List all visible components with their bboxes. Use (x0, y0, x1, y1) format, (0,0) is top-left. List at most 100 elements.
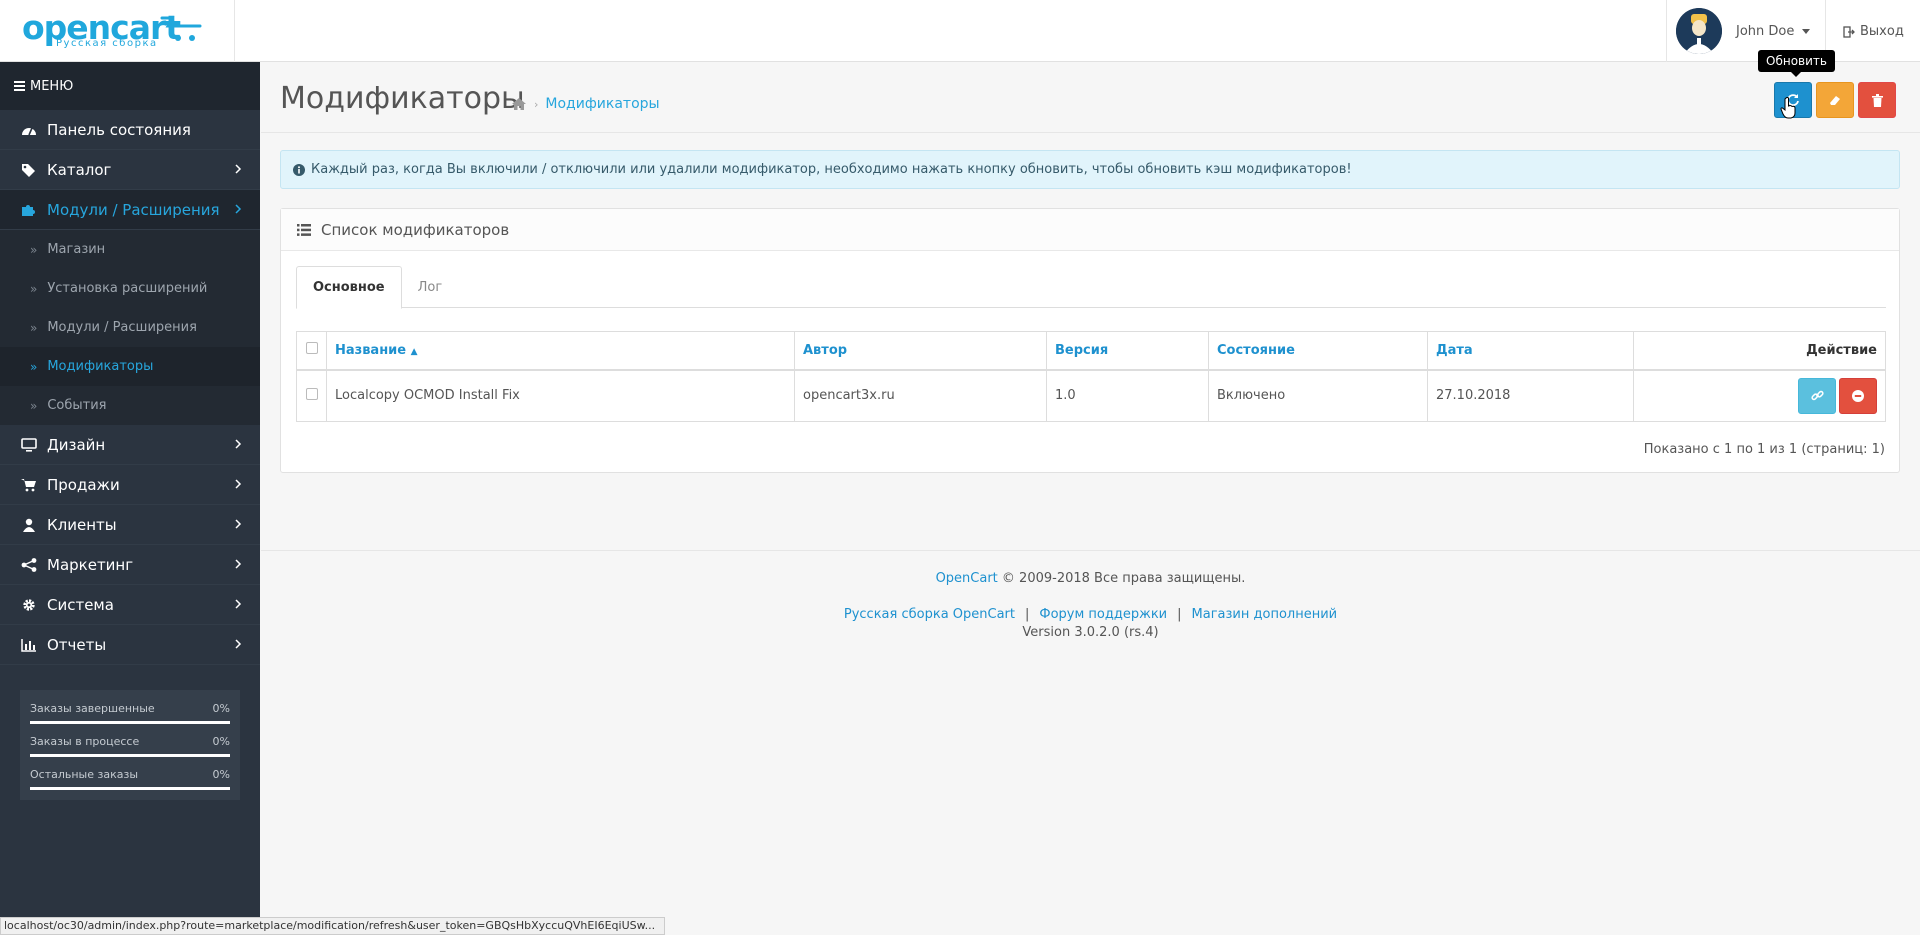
footer-separator: | (1177, 607, 1182, 622)
footer-brand-link[interactable]: OpenCart (936, 571, 998, 586)
sidebar-item-marketing[interactable]: Маркетинг (0, 545, 260, 585)
sidebar-subitem-label: События (47, 398, 107, 413)
sidebar-item-design[interactable]: Дизайн (0, 425, 260, 465)
sidebar-item-label: Дизайн (47, 435, 106, 454)
sidebar-item-label: Клиенты (47, 515, 117, 534)
clear-button[interactable] (1816, 82, 1854, 118)
chevron-right-icon (235, 164, 242, 174)
column-version: Версия (1046, 331, 1209, 371)
sidebar-item-system[interactable]: Система (0, 585, 260, 625)
sidebar-item-sales[interactable]: Продажи (0, 465, 260, 505)
info-circle-icon (293, 163, 305, 176)
sidebar-item-customers[interactable]: Клиенты (0, 505, 260, 545)
list-icon (297, 223, 311, 236)
logo[interactable]: opencart Русская сборка (0, 0, 235, 62)
sort-name-link[interactable]: Название ▲ (335, 343, 418, 358)
logout-label: Выход (1860, 24, 1904, 39)
sidebar-subitem-installer[interactable]: » Установка расширений (0, 269, 260, 308)
tab-log[interactable]: Лог (402, 266, 459, 308)
stat-processing: Заказы в процессе 0% (30, 735, 230, 768)
cart-icon (20, 478, 38, 492)
column-action: Действие (1633, 331, 1886, 371)
menu-title-label: Меню (30, 78, 74, 94)
breadcrumb-separator: › (534, 97, 539, 111)
sidebar-subitem-label: Модификаторы (47, 359, 154, 374)
progress-bar (30, 721, 230, 724)
footer-separator: | (1025, 607, 1030, 622)
stat-label: Остальные заказы (30, 768, 139, 781)
sort-author-link[interactable]: Автор (803, 343, 847, 358)
footer-link-rus[interactable]: Русская сборка OpenCart (844, 607, 1015, 622)
stat-label: Заказы завершенные (30, 702, 155, 715)
link-button[interactable] (1798, 377, 1836, 414)
tags-icon (20, 163, 38, 177)
bars-icon (14, 81, 25, 91)
column-name-label: Название (335, 342, 407, 358)
stat-value: 0% (212, 735, 230, 748)
logout-link[interactable]: Выход (1843, 24, 1904, 39)
disable-button[interactable] (1839, 377, 1877, 414)
delete-button[interactable] (1858, 82, 1896, 118)
footer-link-forum[interactable]: Форум поддержки (1039, 607, 1167, 622)
chevron-right-icon (235, 479, 242, 489)
footer-copy-text: © 2009-2018 Все права защищены. (1001, 571, 1246, 586)
stat-value: 0% (212, 702, 230, 715)
desktop-icon (20, 437, 38, 452)
sort-version-link[interactable]: Версия (1055, 343, 1108, 358)
user-icon (20, 518, 38, 532)
page-header: Модификаторы › Модификаторы (261, 63, 1920, 133)
cell-actions (1633, 369, 1886, 422)
column-status: Состояние (1208, 331, 1428, 371)
sidebar-subitem-label: Установка расширений (47, 281, 208, 296)
chevron-right-icon (235, 599, 242, 609)
cart-logo-icon (160, 16, 202, 41)
trash-icon (1871, 93, 1883, 107)
sidebar-subitem-events[interactable]: » События (0, 386, 260, 425)
modifications-table: Название ▲ Автор Версия Состояние Дата Д… (296, 331, 1886, 422)
alert-text: Каждый раз, когда Вы включили / отключил… (311, 162, 1352, 177)
double-chevron-icon: » (30, 242, 38, 257)
sidebar-subitem-label: Магазин (47, 242, 106, 257)
sidebar: Меню Панель состояния Каталог Модули / Р… (0, 62, 260, 935)
sidebar-item-extensions[interactable]: Модули / Расширения (0, 190, 260, 230)
sidebar-item-dashboard[interactable]: Панель состояния (0, 110, 260, 150)
footer-link-store[interactable]: Магазин дополнений (1192, 607, 1338, 622)
select-all-checkbox[interactable] (305, 342, 318, 355)
column-name: Название ▲ (326, 331, 795, 371)
double-chevron-icon: » (30, 359, 38, 374)
sidebar-item-reports[interactable]: Отчеты (0, 625, 260, 665)
sidebar-subitem-label: Модули / Расширения (47, 320, 197, 335)
sidebar-subitem-marketplace[interactable]: » Магазин (0, 230, 260, 269)
bar-chart-icon (20, 638, 38, 652)
chevron-right-icon (235, 204, 242, 214)
cell-name: Localcopy OCMOD Install Fix (326, 369, 795, 422)
column-date: Дата (1427, 331, 1634, 371)
cell-version: 1.0 (1046, 369, 1209, 422)
double-chevron-icon: » (30, 281, 38, 296)
chevron-right-icon (235, 559, 242, 569)
sidebar-item-label: Панель состояния (47, 120, 191, 139)
column-author: Автор (794, 331, 1047, 371)
sort-date-link[interactable]: Дата (1436, 343, 1473, 358)
row-checkbox[interactable] (305, 387, 318, 400)
caret-down-icon (1802, 28, 1811, 34)
footer-copyright: OpenCart © 2009-2018 Все права защищены. (261, 571, 1920, 586)
sidebar-item-catalog[interactable]: Каталог (0, 150, 260, 190)
caret-up-icon: ▲ (410, 346, 418, 357)
panel-title: Список модификаторов (321, 220, 510, 239)
double-chevron-icon: » (30, 398, 38, 413)
sidebar-item-label: Продажи (47, 475, 120, 494)
table-row: Localcopy OCMOD Install Fix opencart3x.r… (296, 369, 1886, 422)
user-name: John Doe (1736, 23, 1795, 39)
select-all-cell (296, 331, 327, 371)
cell-date: 27.10.2018 (1427, 369, 1634, 422)
tab-general[interactable]: Основное (296, 266, 402, 309)
breadcrumb-link[interactable]: Модификаторы (545, 96, 659, 112)
panel-heading: Список модификаторов (281, 209, 1899, 251)
sidebar-item-label: Каталог (47, 160, 112, 179)
sort-status-link[interactable]: Состояние (1217, 343, 1295, 358)
sidebar-subitem-extensions[interactable]: » Модули / Расширения (0, 308, 260, 347)
sidebar-subitem-modifications[interactable]: » Модификаторы (0, 347, 260, 386)
home-icon[interactable] (511, 97, 527, 111)
cell-status: Включено (1208, 369, 1428, 422)
